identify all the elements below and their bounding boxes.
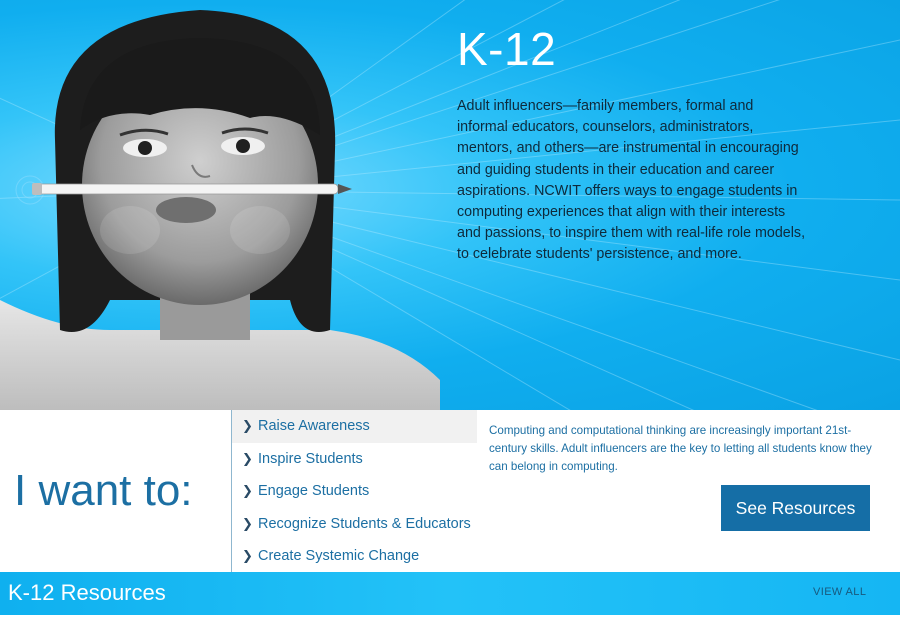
hero-banner: K-12 Adult influencers—family members, f… bbox=[0, 0, 900, 410]
goal-item-label: Inspire Students bbox=[258, 450, 363, 467]
page-title: K-12 bbox=[457, 23, 557, 75]
chevron-right-icon: ❯ bbox=[242, 418, 253, 434]
goal-item-label: Engage Students bbox=[258, 483, 370, 500]
goal-item-label: Raise Awareness bbox=[258, 418, 370, 435]
goal-item-recognize-students-educators[interactable]: ❯ Recognize Students & Educators bbox=[232, 508, 477, 541]
resources-bar: K-12 Resources VIEW ALL bbox=[0, 572, 900, 615]
chevron-right-icon: ❯ bbox=[242, 548, 253, 564]
goal-item-engage-students[interactable]: ❯ Engage Students bbox=[232, 475, 477, 508]
hero-description: Adult influencers—family members, formal… bbox=[457, 98, 806, 263]
goal-item-label: Create Systemic Change bbox=[258, 548, 420, 565]
see-resources-button[interactable]: See Resources bbox=[721, 485, 870, 531]
child-with-pencil-photo bbox=[0, 10, 440, 410]
resources-heading: K-12 Resources bbox=[8, 580, 166, 605]
goal-item-label: Recognize Students & Educators bbox=[258, 515, 471, 532]
i-want-to-heading: I want to: bbox=[14, 466, 193, 515]
goal-item-create-systemic-change[interactable]: ❯ Create Systemic Change bbox=[232, 540, 477, 573]
chevron-right-icon: ❯ bbox=[242, 483, 253, 499]
goal-item-inspire-students[interactable]: ❯ Inspire Students bbox=[232, 443, 477, 476]
chevron-right-icon: ❯ bbox=[242, 450, 253, 466]
i-want-to-panel: I want to: ❯ Raise Awareness ❯ Inspire S… bbox=[0, 410, 900, 572]
goal-item-raise-awareness[interactable]: ❯ Raise Awareness bbox=[232, 410, 477, 443]
goal-menu: ❯ Raise Awareness ❯ Inspire Students ❯ E… bbox=[232, 410, 477, 573]
view-all-link[interactable]: VIEW ALL bbox=[813, 586, 866, 598]
chevron-right-icon: ❯ bbox=[242, 515, 253, 531]
goal-description: Computing and computational thinking are… bbox=[489, 424, 872, 473]
